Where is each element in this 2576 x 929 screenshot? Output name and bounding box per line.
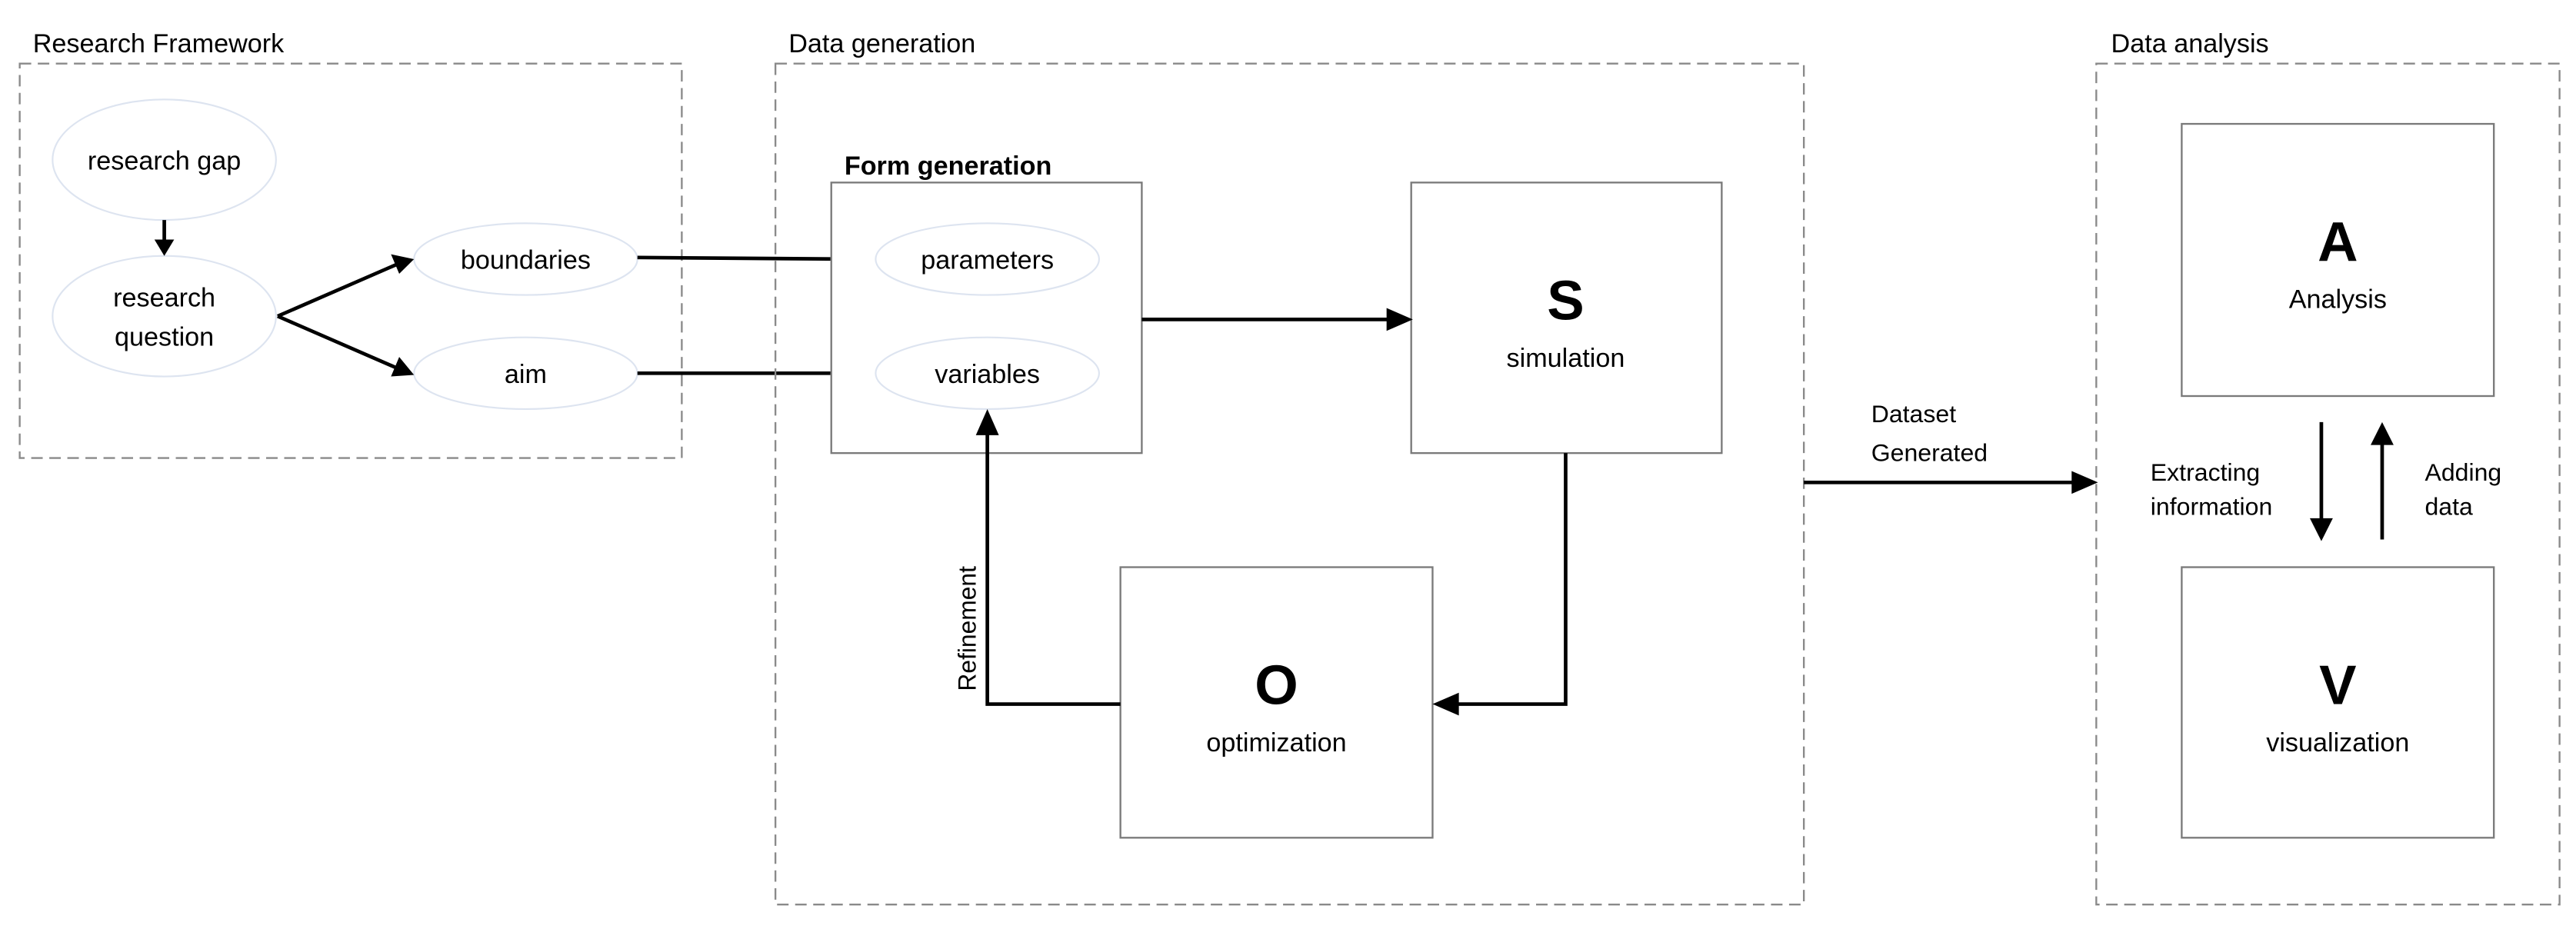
research-question-node[interactable] — [52, 255, 277, 378]
arrow-adding-data — [2371, 421, 2394, 540]
research-question-label-line2: question — [115, 322, 214, 351]
analysis-label: Analysis — [2289, 285, 2387, 315]
simulation-label: simulation — [1507, 344, 1625, 373]
refinement-label: Refinement — [954, 566, 981, 691]
form-generation-title: Form generation — [845, 152, 1052, 181]
methodology-diagram: Research Framework research gap research… — [18, 29, 2561, 906]
visualization-letter: V — [2319, 655, 2356, 717]
optimization-letter: O — [1255, 655, 1298, 717]
aim-label: aim — [505, 360, 547, 389]
analysis-letter: A — [2318, 211, 2358, 273]
dataset-label-line1: Dataset — [1871, 400, 1957, 428]
boundaries-label: boundaries — [461, 246, 591, 275]
arrow-question-to-boundaries — [277, 254, 415, 318]
research-gap-label: research gap — [88, 147, 241, 176]
data-generation-group: Data generation Form generation paramete… — [774, 29, 1805, 906]
research-framework-group: Research Framework research gap research… — [18, 29, 683, 459]
parameters-label: parameters — [921, 246, 1054, 275]
optimization-label: optimization — [1206, 728, 1346, 758]
dataset-label-line2: Generated — [1871, 439, 1988, 467]
adding-label-line2: data — [2425, 493, 2474, 521]
data-analysis-title: Data analysis — [2111, 29, 2269, 58]
research-question-label-line1: research — [113, 284, 215, 313]
arrow-dataset-generated — [1804, 471, 2098, 494]
arrow-extracting-information — [2309, 421, 2333, 541]
arrow-simulation-to-optimization — [1432, 453, 1568, 716]
arrow-form-to-simulation — [1141, 308, 1413, 331]
extracting-label-line1: Extracting — [2151, 458, 2260, 486]
arrow-question-to-aim — [277, 315, 415, 377]
extracting-label-line2: information — [2151, 493, 2272, 521]
research-framework-title: Research Framework — [33, 29, 285, 58]
arrow-gap-to-question — [154, 220, 175, 256]
data-generation-title: Data generation — [788, 29, 975, 58]
adding-label-line1: Adding — [2425, 458, 2502, 486]
simulation-letter: S — [1547, 271, 1584, 332]
data-analysis-group: Data analysis A Analysis V visualization… — [2095, 29, 2561, 906]
visualization-label: visualization — [2266, 728, 2409, 758]
variables-label: variables — [935, 360, 1040, 389]
